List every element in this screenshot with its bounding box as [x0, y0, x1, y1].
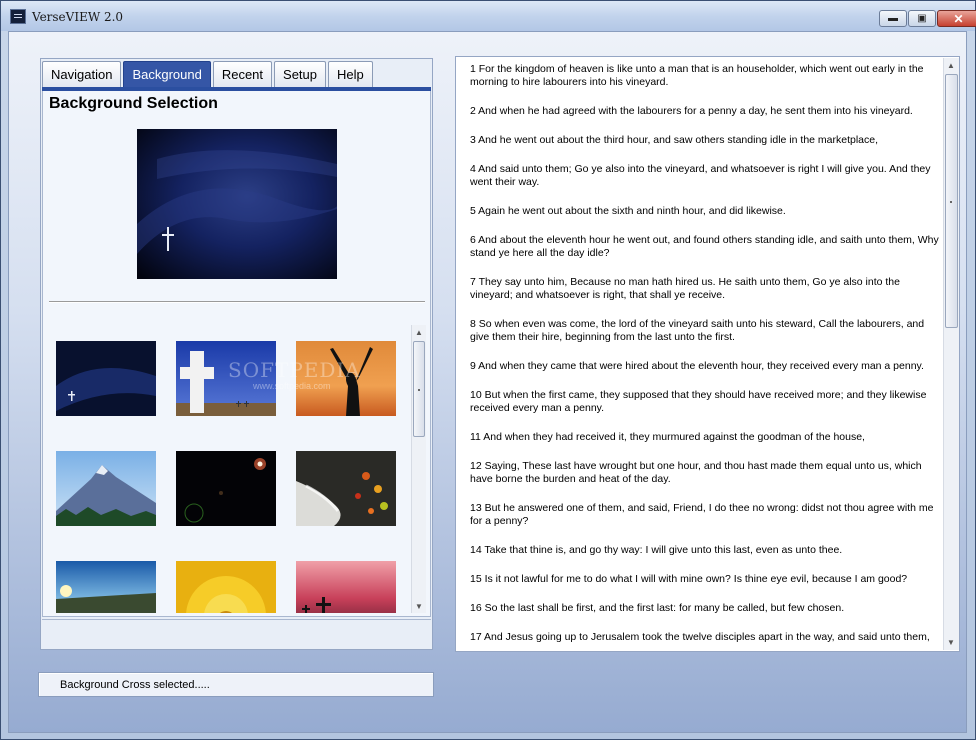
- thumb-waterfall-leaves[interactable]: [296, 451, 396, 526]
- left-panel-footer: [42, 619, 431, 648]
- thumb-cross-night[interactable]: [56, 341, 156, 416]
- verse-item[interactable]: 4 And said unto them; Go ye also into th…: [470, 163, 940, 189]
- thumb-space-flare[interactable]: [176, 451, 276, 526]
- verse-item[interactable]: 8 So when even was come, the lord of the…: [470, 318, 940, 344]
- verse-item[interactable]: 12 Saying, These last have wrought but o…: [470, 460, 940, 486]
- title-bar[interactable]: VerseVIEW 2.0 ▬ ▣ ✕: [1, 1, 976, 31]
- verse-item[interactable]: 15 Is it not lawful for me to do what I …: [470, 573, 940, 586]
- thumb-sunrise-valley[interactable]: [56, 561, 156, 613]
- left-panel: Navigation Background Recent Setup Help …: [40, 58, 433, 650]
- section-title: Background Selection: [49, 95, 218, 112]
- tab-setup[interactable]: Setup: [274, 61, 327, 87]
- thumb-mountain[interactable]: [56, 451, 156, 526]
- minimize-button[interactable]: ▬: [879, 10, 907, 27]
- scrollbar-thumb[interactable]: [945, 74, 958, 328]
- tab-help[interactable]: Help: [328, 61, 373, 87]
- app-window: VerseVIEW 2.0 ▬ ▣ ✕ Navigation Backgroun…: [0, 0, 976, 740]
- thumb-red-sky-crosses[interactable]: [296, 561, 396, 613]
- close-button[interactable]: ✕: [937, 10, 976, 27]
- verse-item[interactable]: 1 For the kingdom of heaven is like unto…: [470, 63, 940, 89]
- scrollbar-thumb[interactable]: [413, 341, 425, 437]
- verse-item[interactable]: 6 And about the eleventh hour he went ou…: [470, 234, 940, 260]
- scroll-up-icon[interactable]: ▲: [412, 325, 426, 339]
- tab-bar: Navigation Background Recent Setup Help: [42, 61, 375, 88]
- scroll-up-icon[interactable]: ▲: [944, 58, 958, 72]
- window-controls: ▬ ▣ ✕: [879, 10, 976, 27]
- verse-item[interactable]: 2 And when he had agreed with the labour…: [470, 105, 940, 118]
- verse-list[interactable]: 1 For the kingdom of heaven is like unto…: [457, 58, 943, 650]
- scroll-down-icon[interactable]: ▼: [412, 599, 426, 613]
- softpedia-watermark: SOFTPEDIA: [228, 358, 361, 382]
- app-icon: [10, 9, 26, 24]
- verse-item[interactable]: 9 And when they came that were hired abo…: [470, 360, 940, 373]
- verse-scrollbar[interactable]: ▲ ▼: [943, 58, 959, 650]
- window-title: VerseVIEW 2.0: [32, 10, 124, 24]
- verse-item[interactable]: 14 Take that thine is, and go thy way: I…: [470, 544, 940, 557]
- verse-item[interactable]: 13 But he answered one of them, and said…: [470, 502, 940, 528]
- background-tab-content: Background Selection SOFTPEDIA www.softp…: [42, 91, 431, 617]
- verse-item[interactable]: 3 And he went out about the third hour, …: [470, 134, 940, 147]
- status-bar: Background Cross selected.....: [38, 672, 434, 697]
- verse-item[interactable]: 7 They say unto him, Because no man hath…: [470, 276, 940, 302]
- client-area: Navigation Background Recent Setup Help …: [8, 31, 967, 733]
- divider: [49, 301, 425, 303]
- maximize-button[interactable]: ▣: [908, 10, 936, 27]
- verse-item[interactable]: 16 So the last shall be first, and the f…: [470, 602, 940, 615]
- thumb-yellow-flower[interactable]: [176, 561, 276, 613]
- scroll-down-icon[interactable]: ▼: [944, 635, 958, 649]
- status-text: Background Cross selected.....: [60, 679, 210, 691]
- verse-item[interactable]: 17 And Jesus going up to Jerusalem took …: [470, 631, 940, 644]
- softpedia-watermark-url: www.softpedia.com: [253, 381, 331, 391]
- thumbnail-scrollbar[interactable]: ▲ ▼: [411, 325, 426, 613]
- tab-background[interactable]: Background: [123, 61, 211, 87]
- verse-item[interactable]: 5 Again he went out about the sixth and …: [470, 205, 940, 218]
- background-preview: [137, 129, 337, 279]
- tab-recent[interactable]: Recent: [212, 61, 273, 87]
- verse-panel: 1 For the kingdom of heaven is like unto…: [455, 56, 960, 652]
- thumbnail-grid: SOFTPEDIA www.softpedia.com: [43, 325, 411, 613]
- tab-navigation[interactable]: Navigation: [42, 61, 122, 87]
- verse-item[interactable]: 11 And when they had received it, they m…: [470, 431, 940, 444]
- verse-item[interactable]: 10 But when the first came, they suppose…: [470, 389, 940, 415]
